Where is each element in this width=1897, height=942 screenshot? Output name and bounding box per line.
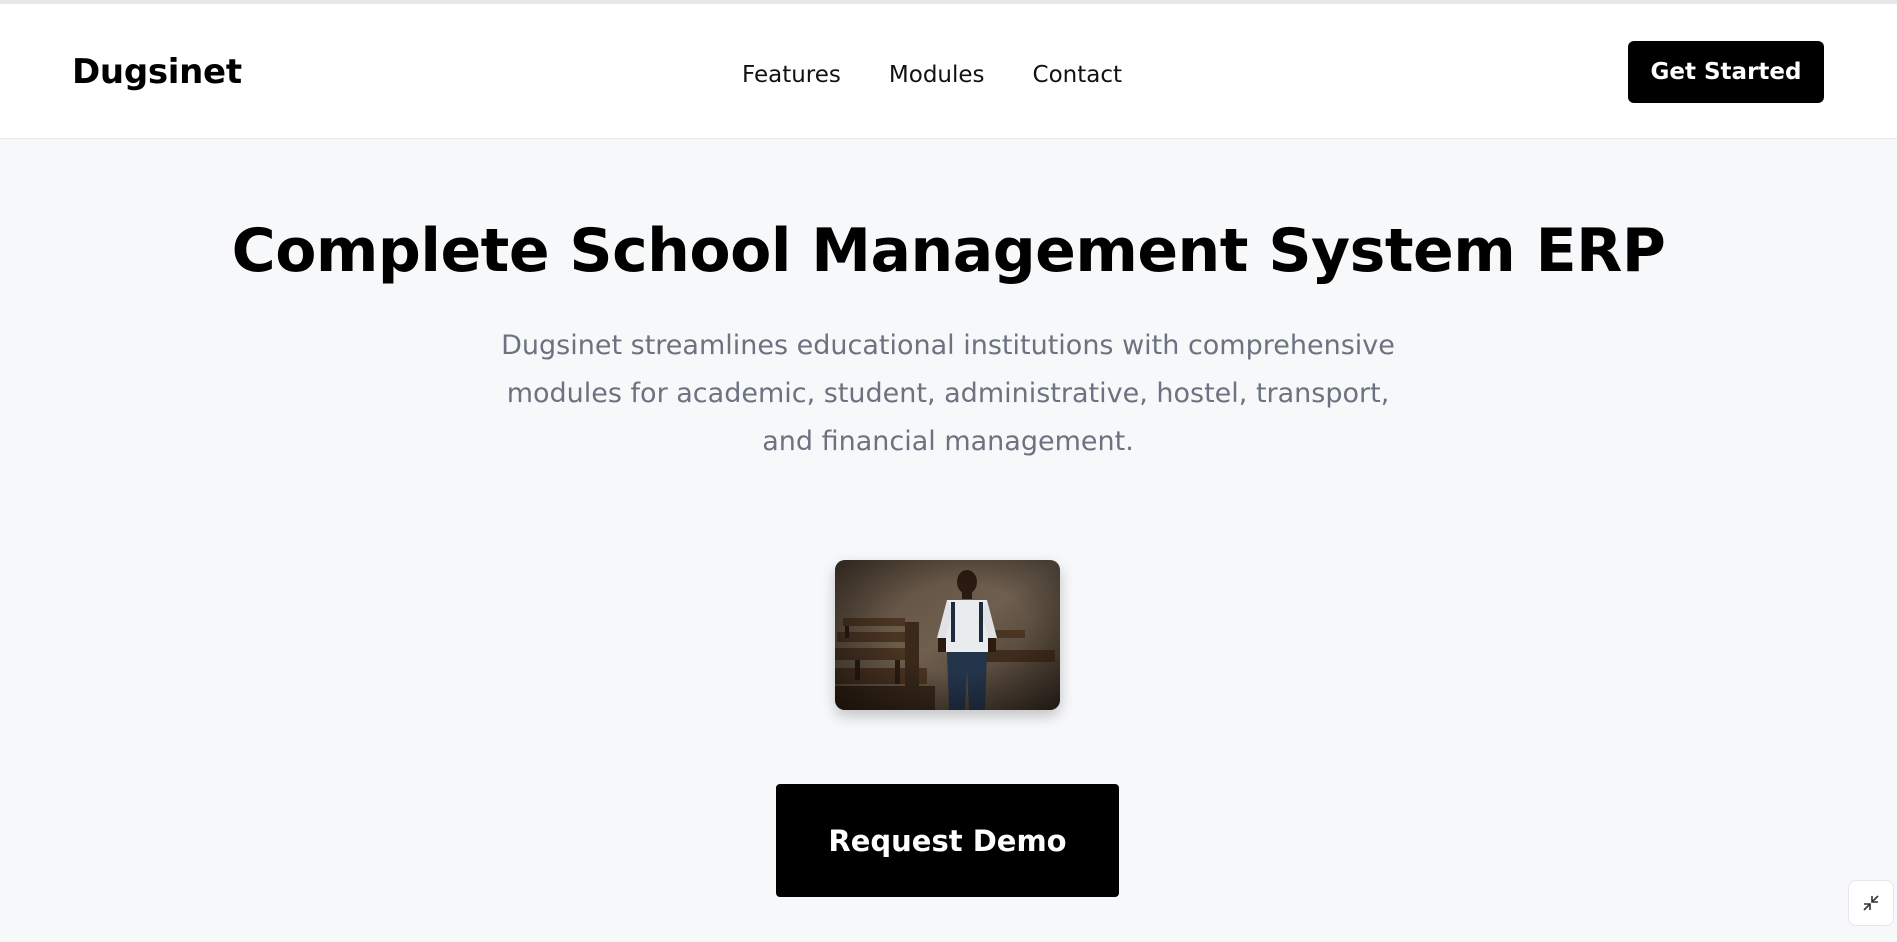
brand-logo[interactable]: Dugsinet [72,52,242,92]
hero-title: Complete School Management System ERP [231,216,1666,286]
minimize-button[interactable] [1848,880,1894,926]
nav-link-features[interactable]: Features [742,60,841,90]
get-started-button[interactable]: Get Started [1628,41,1824,103]
nav-link-modules[interactable]: Modules [889,60,985,90]
classroom-photo [835,560,1060,710]
navbar: Dugsinet Features Modules Contact Get St… [0,4,1897,139]
hero-subtitle: Dugsinet streamlines educational institu… [501,330,1395,457]
minimize-icon [1863,895,1879,911]
request-demo-button[interactable]: Request Demo [776,784,1119,897]
nav-link-contact[interactable]: Contact [1033,60,1122,90]
nav-links: Features Modules Contact [742,60,1122,90]
hero-image [835,560,1060,710]
